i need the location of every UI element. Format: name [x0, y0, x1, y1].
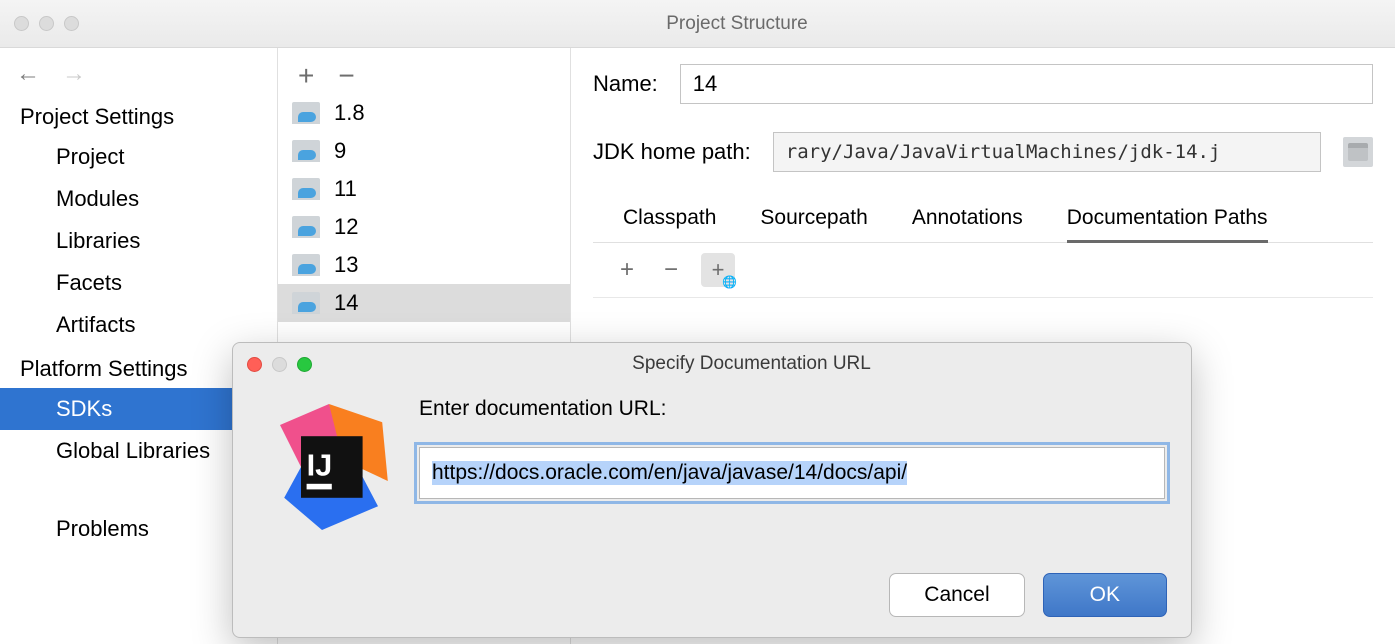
- java-sdk-folder-icon: [292, 254, 320, 276]
- detail-tabs: Classpath Sourcepath Annotations Documentat…: [593, 200, 1373, 243]
- path-label: JDK home path:: [593, 139, 751, 165]
- add-sdk-icon[interactable]: +: [298, 62, 314, 90]
- minimize-dot-disabled: [39, 16, 54, 31]
- sidebar-item-facets[interactable]: Facets: [0, 262, 277, 304]
- dialog-zoom-icon[interactable]: [297, 357, 312, 372]
- cancel-button[interactable]: Cancel: [889, 573, 1024, 617]
- add-doc-url-icon[interactable]: +: [701, 253, 735, 287]
- tab-annotations[interactable]: Annotations: [912, 200, 1023, 242]
- documentation-url-input[interactable]: [419, 447, 1165, 499]
- remove-doc-path-icon[interactable]: −: [657, 258, 685, 282]
- sdk-row-label: 14: [334, 290, 358, 316]
- sdk-row-label: 1.8: [334, 100, 365, 126]
- sdk-row-9[interactable]: 9: [278, 132, 570, 170]
- add-doc-path-icon[interactable]: +: [613, 258, 641, 282]
- java-sdk-folder-icon: [292, 216, 320, 238]
- dialog-prompt: Enter documentation URL:: [419, 397, 1165, 421]
- tab-classpath[interactable]: Classpath: [623, 200, 716, 242]
- sdk-row-1.8[interactable]: 1.8: [278, 94, 570, 132]
- forward-arrow-icon[interactable]: →: [62, 62, 86, 86]
- sdk-row-label: 9: [334, 138, 346, 164]
- jdk-home-path-input[interactable]: [773, 132, 1321, 172]
- dialog-close-icon[interactable]: [247, 357, 262, 372]
- sdk-row-label: 12: [334, 214, 358, 240]
- tab-documentation-paths[interactable]: Documentation Paths: [1067, 200, 1268, 243]
- sdk-row-13[interactable]: 13: [278, 246, 570, 284]
- close-dot-disabled: [14, 16, 29, 31]
- sidebar-item-libraries[interactable]: Libraries: [0, 220, 277, 262]
- window-traffic-lights: [14, 16, 79, 31]
- intellij-logo-icon: IJ: [259, 397, 399, 537]
- sdk-row-12[interactable]: 12: [278, 208, 570, 246]
- dialog-title: Specify Documentation URL: [312, 353, 1191, 375]
- window-titlebar: Project Structure: [0, 0, 1395, 48]
- sidebar-item-modules[interactable]: Modules: [0, 178, 277, 220]
- section-project-settings: Project Settings: [0, 94, 277, 136]
- sdk-row-11[interactable]: 11: [278, 170, 570, 208]
- dialog-minimize-icon: [272, 357, 287, 372]
- name-label: Name:: [593, 71, 658, 97]
- sdk-row-label: 11: [334, 176, 357, 202]
- sidebar-item-artifacts[interactable]: Artifacts: [0, 304, 277, 346]
- sdk-row-14[interactable]: 14: [278, 284, 570, 322]
- ok-button[interactable]: OK: [1043, 573, 1167, 617]
- browse-folder-icon[interactable]: [1343, 137, 1373, 167]
- sdk-row-label: 13: [334, 252, 358, 278]
- back-arrow-icon[interactable]: ←: [16, 62, 40, 86]
- tab-sourcepath[interactable]: Sourcepath: [760, 200, 867, 242]
- zoom-dot-disabled: [64, 16, 79, 31]
- window-title: Project Structure: [79, 13, 1395, 35]
- svg-text:IJ: IJ: [307, 447, 333, 482]
- sidebar-item-project[interactable]: Project: [0, 136, 277, 178]
- java-sdk-folder-icon: [292, 292, 320, 314]
- java-sdk-folder-icon: [292, 102, 320, 124]
- specify-url-dialog: Specify Documentation URL IJ Enter docum…: [232, 342, 1192, 638]
- remove-sdk-icon[interactable]: −: [338, 62, 354, 90]
- sdk-name-input[interactable]: [680, 64, 1373, 104]
- java-sdk-folder-icon: [292, 140, 320, 162]
- java-sdk-folder-icon: [292, 178, 320, 200]
